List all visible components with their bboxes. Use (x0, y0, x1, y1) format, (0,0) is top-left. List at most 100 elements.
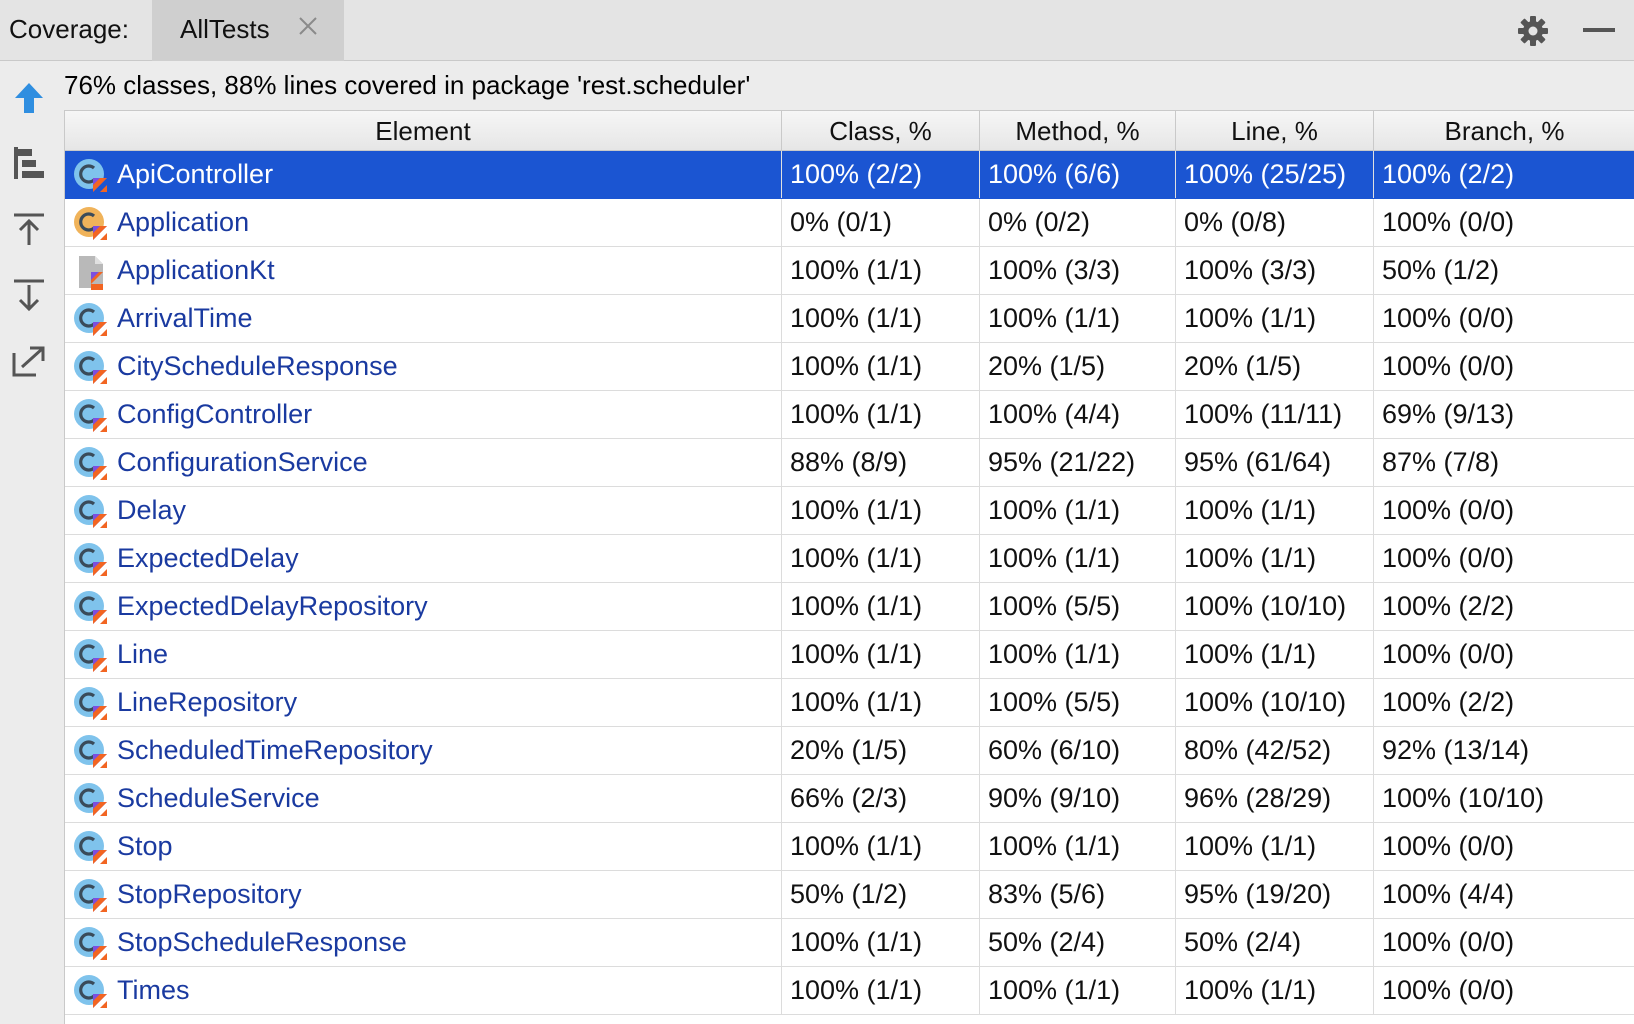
export-icon (12, 346, 45, 377)
table-row[interactable]: ArrivalTime 100% (1/1) 100% (1/1) 100% (1/1… (65, 295, 1634, 343)
element-name-cell[interactable]: ExpectedDelay (65, 535, 782, 582)
line-coverage-cell: 100% (10/10) (1176, 583, 1374, 630)
line-coverage-cell: 100% (1/1) (1176, 823, 1374, 870)
table-row[interactable]: ExpectedDelay 100% (1/1) 100% (1/1) 100% (1… (65, 535, 1634, 583)
method-coverage-cell: 100% (5/5) (980, 583, 1176, 630)
branch-coverage-cell: 100% (0/0) (1382, 831, 1515, 861)
table-row[interactable]: ScheduledTimeRepository 20% (1/5) 60% (6/1… (65, 727, 1634, 775)
class-coverage-cell: 100% (1/1) (782, 247, 980, 294)
class-coverage-cell: 100% (1/1) (782, 583, 980, 630)
go-up-button[interactable] (10, 79, 48, 119)
element-name: ConfigController (117, 399, 313, 429)
branch-coverage-cell: 100% (2/2) (1382, 591, 1515, 621)
element-name-cell[interactable]: ConfigController (65, 391, 782, 438)
column-header-element[interactable]: Element (65, 111, 782, 151)
table-header: Element Class, % Method, % Line, % Branc… (65, 110, 1634, 151)
table-row[interactable]: Stop 100% (1/1) 100% (1/1) 100% (1/1) 100% (… (65, 823, 1634, 871)
element-name-cell[interactable]: Times (65, 967, 782, 1014)
element-name: ApplicationKt (117, 255, 275, 285)
kotlin-class-icon (74, 399, 107, 432)
kotlin-class-icon (74, 879, 107, 912)
table-row[interactable]: StopRepository 50% (1/2) 83% (5/6) 95% (19/… (65, 871, 1634, 919)
table-row[interactable]: ApplicationKt 100% (1/1) 100% (3/3) 100% (3… (65, 247, 1634, 295)
table-row[interactable]: StopScheduleResponse 100% (1/1) 50% (2/4) 5… (65, 919, 1634, 967)
table-row[interactable]: Line 100% (1/1) 100% (1/1) 100% (1/1) 100% (… (65, 631, 1634, 679)
export-button[interactable] (10, 341, 48, 381)
element-name-cell[interactable]: Stop (65, 823, 782, 870)
flatten-packages-button[interactable] (10, 143, 48, 183)
line-coverage-cell: 20% (1/5) (1176, 343, 1374, 390)
class-coverage-cell: 66% (2/3) (782, 775, 980, 822)
kotlin-class-icon (74, 831, 107, 864)
close-icon[interactable] (294, 12, 322, 40)
element-name: ApiController (117, 159, 274, 189)
class-coverage-cell: 100% (1/1) (782, 391, 980, 438)
table-row[interactable]: ConfigurationService 88% (8/9) 95% (21/22)… (65, 439, 1634, 487)
line-coverage-cell: 96% (28/29) (1176, 775, 1374, 822)
autoscroll-from-source-icon (14, 279, 44, 312)
class-coverage-cell: 100% (1/1) (782, 679, 980, 726)
element-name-cell[interactable]: LineRepository (65, 679, 782, 726)
table-row[interactable]: CityScheduleResponse 100% (1/1) 20% (1/5) 2… (65, 343, 1634, 391)
element-name-cell[interactable]: StopRepository (65, 871, 782, 918)
table-row[interactable]: Application 0% (0/1) 0% (0/2) 0% (0/8) 100% … (65, 199, 1634, 247)
table-row[interactable]: ConfigController 100% (1/1) 100% (4/4) 100%… (65, 391, 1634, 439)
coverage-summary: 76% classes, 88% lines covered in packag… (64, 70, 751, 100)
line-coverage-cell: 100% (1/1) (1176, 535, 1374, 582)
tab-alltests[interactable]: AllTests (152, 0, 344, 61)
uncovered-kotlin-class-icon (74, 207, 107, 240)
gear-icon[interactable] (1516, 14, 1550, 48)
kotlin-class-icon (74, 735, 107, 768)
table-row[interactable]: Delay 100% (1/1) 100% (1/1) 100% (1/1) 100% … (65, 487, 1634, 535)
kotlin-class-icon (74, 159, 107, 192)
element-name-cell[interactable]: CityScheduleResponse (65, 343, 782, 390)
branch-coverage-cell: 100% (0/0) (1382, 639, 1515, 669)
line-coverage-cell: 100% (10/10) (1176, 679, 1374, 726)
class-coverage-cell: 100% (1/1) (782, 487, 980, 534)
column-header-method[interactable]: Method, % (980, 111, 1176, 151)
element-name: LineRepository (117, 687, 298, 717)
kotlin-class-icon (74, 687, 107, 720)
table-row[interactable]: ExpectedDelayRepository 100% (1/1) 100% (5… (65, 583, 1634, 631)
element-name: ArrivalTime (117, 303, 253, 333)
autoscroll-from-source-button[interactable] (10, 275, 48, 315)
method-coverage-cell: 100% (1/1) (980, 967, 1176, 1014)
branch-coverage-cell: 100% (2/2) (1382, 159, 1515, 189)
element-name-cell[interactable]: ConfigurationService (65, 439, 782, 486)
element-name-cell[interactable]: ApiController (65, 151, 782, 198)
element-name-cell[interactable]: ApplicationKt (65, 247, 782, 294)
element-name: StopScheduleResponse (117, 927, 407, 957)
class-coverage-cell: 100% (1/1) (782, 631, 980, 678)
class-coverage-cell: 0% (0/1) (782, 199, 980, 246)
autoscroll-to-source-button[interactable] (10, 209, 48, 249)
branch-coverage-cell: 100% (0/0) (1382, 927, 1515, 957)
branch-coverage-cell: 100% (0/0) (1382, 543, 1515, 573)
class-coverage-cell: 100% (1/1) (782, 919, 980, 966)
column-header-line[interactable]: Line, % (1176, 111, 1374, 151)
coverage-table: Element Class, % Method, % Line, % Branc… (64, 110, 1634, 1024)
method-coverage-cell: 100% (1/1) (980, 823, 1176, 870)
element-name-cell[interactable]: ScheduledTimeRepository (65, 727, 782, 774)
arrow-up-icon (15, 83, 43, 113)
element-name-cell[interactable]: ArrivalTime (65, 295, 782, 342)
element-name-cell[interactable]: Delay (65, 487, 782, 534)
element-name-cell[interactable]: ScheduleService (65, 775, 782, 822)
method-coverage-cell: 95% (21/22) (980, 439, 1176, 486)
method-coverage-cell: 100% (6/6) (980, 151, 1176, 198)
table-row[interactable]: ScheduleService 66% (2/3) 90% (9/10) 96% (2… (65, 775, 1634, 823)
kotlin-class-icon (74, 783, 107, 816)
element-name: ExpectedDelayRepository (117, 591, 428, 621)
line-coverage-cell: 95% (19/20) (1176, 871, 1374, 918)
table-row[interactable]: LineRepository 100% (1/1) 100% (5/5) 100% (… (65, 679, 1634, 727)
table-row[interactable]: Times 100% (1/1) 100% (1/1) 100% (1/1) 100% … (65, 967, 1634, 1015)
element-name-cell[interactable]: Application (65, 199, 782, 246)
element-name: ScheduledTimeRepository (117, 735, 433, 765)
kotlin-class-icon (74, 927, 107, 960)
element-name-cell[interactable]: Line (65, 631, 782, 678)
element-name-cell[interactable]: ExpectedDelayRepository (65, 583, 782, 630)
column-header-branch[interactable]: Branch, % (1374, 111, 1634, 151)
column-header-class[interactable]: Class, % (782, 111, 980, 151)
table-row[interactable]: ApiController 100% (2/2) 100% (6/6) 100% (2… (65, 151, 1634, 199)
minimize-icon[interactable] (1583, 28, 1615, 32)
element-name-cell[interactable]: StopScheduleResponse (65, 919, 782, 966)
